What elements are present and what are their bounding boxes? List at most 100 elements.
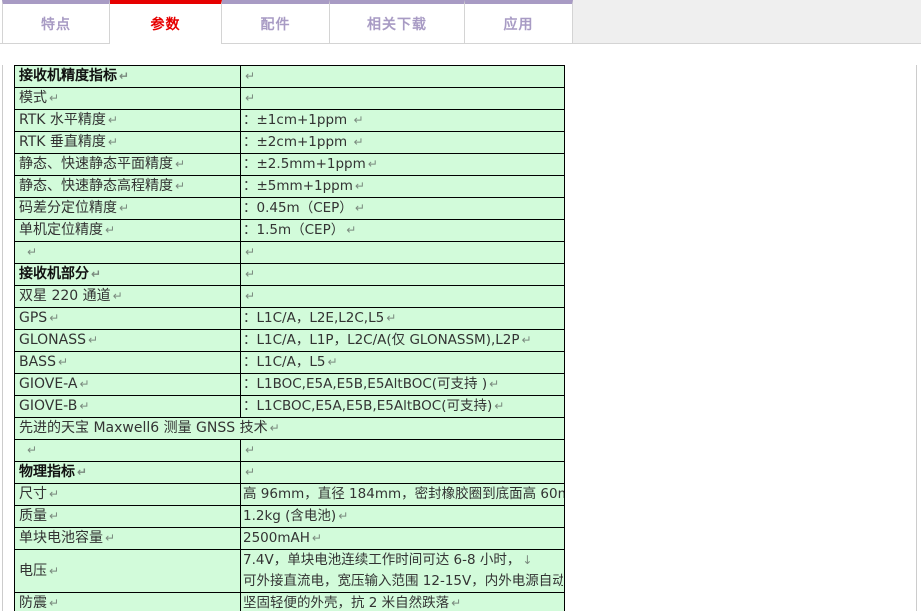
tab-downloads[interactable]: 相关下载 xyxy=(330,0,465,44)
spec-value: ：±2cm+1ppm xyxy=(243,134,351,150)
line-break-mark: ↓ xyxy=(522,553,532,567)
spec-label-cell: RTK 水平精度↵ xyxy=(15,110,241,132)
return-mark: ↵ xyxy=(175,179,185,193)
spec-label: 质量 xyxy=(19,508,47,524)
return-mark: ↵ xyxy=(522,333,532,347)
spec-label-cell: 电压↵ xyxy=(15,550,241,593)
spec-value: 坚固轻便的外壳，抗 2 米自然跌落 xyxy=(243,595,449,611)
spec-value-cell: ↵ xyxy=(241,66,565,88)
return-mark: ↵ xyxy=(58,355,68,369)
spec-value-cell: ↵ xyxy=(241,286,565,308)
spec-row: GPS↵：L1C/A，L2E,L2C,L5↵ xyxy=(15,308,565,330)
spec-row: BASS↵：L1C/A，L5↵ xyxy=(15,352,565,374)
return-mark: ↵ xyxy=(245,69,255,83)
spec-value-cell: ：±2.5mm+1ppm↵ xyxy=(241,154,565,176)
spec-value-cell: ：±2cm+1ppm ↵ xyxy=(241,132,565,154)
spec-label: 单机定位精度 xyxy=(19,222,103,238)
return-mark: ↵ xyxy=(327,355,337,369)
spec-label: BASS xyxy=(19,354,56,370)
spec-value-cell: ：±5mm+1ppm↵ xyxy=(241,176,565,198)
spec-value-cell: ：1.5m（CEP）↵ xyxy=(241,220,565,242)
spec-row: RTK 水平精度↵：±1cm+1ppm ↵ xyxy=(15,110,565,132)
spec-value: 高 96mm，直径 184mm，密封橡胶圈到底面高 60mm xyxy=(243,486,565,502)
return-mark: ↵ xyxy=(355,179,365,193)
spec-value-cell: ：±1cm+1ppm ↵ xyxy=(241,110,565,132)
return-mark: ↵ xyxy=(49,487,59,501)
spec-value: ：±2.5mm+1ppm xyxy=(243,156,366,172)
spec-row: GLONASS↵：L1C/A，L1P，L2C/A(仅 GLONASSM),L2P… xyxy=(15,330,565,352)
spec-label-cell: 先进的天宝 Maxwell6 测量 GNSS 技术↵ xyxy=(15,418,565,440)
spec-row: ↵↵ xyxy=(15,440,565,462)
return-mark: ↵ xyxy=(451,596,461,610)
spec-label-cell: 防震↵ xyxy=(15,593,241,611)
spec-label-cell: GIOVE-A↵ xyxy=(15,374,241,396)
spec-value-cell: ：L1C/A，L2E,L2C,L5↵ xyxy=(241,308,565,330)
spec-row: 先进的天宝 Maxwell6 测量 GNSS 技术↵ xyxy=(15,418,565,440)
spec-value-cell: ：0.45m（CEP）↵ xyxy=(241,198,565,220)
spec-label-cell: 单块电池容量↵ xyxy=(15,528,241,550)
return-mark: ↵ xyxy=(245,245,255,259)
tab-specs[interactable]: 参数 xyxy=(110,0,222,44)
spec-label-cell: GIOVE-B↵ xyxy=(15,396,241,418)
spec-label-cell: 码差分定位精度↵ xyxy=(15,198,241,220)
spec-label: 先进的天宝 Maxwell6 测量 GNSS 技术 xyxy=(19,420,268,436)
spec-row: 单块电池容量↵2500mAH↵ xyxy=(15,528,565,550)
spec-row: 物理指标↵ ↵ xyxy=(15,462,565,484)
spec-value-cell: ：L1BOC,E5A,E5B,E5AltBOC(可支持 )↵ xyxy=(241,374,565,396)
spec-value: 7.4V，单块电池连续工作时间可达 6-8 小时， xyxy=(243,552,520,568)
return-mark: ↵ xyxy=(27,443,37,457)
return-mark: ↵ xyxy=(494,399,504,413)
spec-row: 接收机精度指标↵ ↵ xyxy=(15,66,565,88)
return-mark: ↵ xyxy=(80,377,90,391)
tab-applications[interactable]: 应用 xyxy=(465,0,573,44)
spec-row: GIOVE-A↵：L1BOC,E5A,E5B,E5AltBOC(可支持 )↵ xyxy=(15,374,565,396)
return-mark: ↵ xyxy=(49,564,59,578)
spec-label-cell: 单机定位精度↵ xyxy=(15,220,241,242)
spec-row: 接收机部分↵↵ xyxy=(15,264,565,286)
tab-bar: 特点参数配件相关下载应用 xyxy=(0,0,921,44)
spec-value-cell: ↵ xyxy=(241,88,565,110)
spec-value-cell: ↵ xyxy=(241,242,565,264)
return-mark: ↵ xyxy=(49,311,59,325)
spec-label: 接收机部分 xyxy=(19,266,89,282)
spec-label: RTK 水平精度 xyxy=(19,112,106,128)
spec-row: 防震↵坚固轻便的外壳，抗 2 米自然跌落↵ xyxy=(15,593,565,611)
spec-value-cell: 高 96mm，直径 184mm，密封橡胶圈到底面高 60mm↵ xyxy=(241,484,565,506)
spec-value: ：L1CBOC,E5A,E5B,E5AltBOC(可支持) xyxy=(243,398,492,414)
spec-row: 码差分定位精度↵：0.45m（CEP）↵ xyxy=(15,198,565,220)
return-mark: ↵ xyxy=(353,135,363,149)
return-mark: ↵ xyxy=(108,135,118,149)
tab-bar-filler xyxy=(573,0,921,44)
spec-label-cell: ↵ xyxy=(15,242,241,264)
spec-row: 静态、快速静态高程精度↵：±5mm+1ppm↵ xyxy=(15,176,565,198)
spec-label-cell: 双星 220 通道↵ xyxy=(15,286,241,308)
spec-label-cell: 尺寸↵ xyxy=(15,484,241,506)
return-mark: ↵ xyxy=(245,465,255,479)
return-mark: ↵ xyxy=(353,113,363,127)
spec-value: ：±1cm+1ppm xyxy=(243,112,351,128)
spec-label-cell: 物理指标↵ xyxy=(15,462,241,484)
spec-label-cell: BASS↵ xyxy=(15,352,241,374)
spec-label-cell: ↵ xyxy=(15,440,241,462)
spec-table-body: 接收机精度指标↵↵模式↵↵RTK 水平精度↵：±1cm+1ppm ↵RTK 垂直… xyxy=(15,66,565,611)
spec-row: 尺寸↵高 96mm，直径 184mm，密封橡胶圈到底面高 60mm↵ xyxy=(15,484,565,506)
tab-accessories[interactable]: 配件 xyxy=(222,0,330,44)
spec-value-cell: 7.4V，单块电池连续工作时间可达 6-8 小时，↓可外接直流电，宽压输入范围 … xyxy=(241,550,565,593)
spec-label: 接收机精度指标 xyxy=(19,68,117,84)
return-mark: ↵ xyxy=(49,91,59,105)
return-mark: ↵ xyxy=(113,289,123,303)
spec-label-cell: 接收机精度指标↵ xyxy=(15,66,241,88)
spec-label-cell: 静态、快速静态平面精度↵ xyxy=(15,154,241,176)
spec-label: 防震 xyxy=(19,595,47,611)
return-mark: ↵ xyxy=(312,531,322,545)
return-mark: ↵ xyxy=(88,333,98,347)
spec-label: 模式 xyxy=(19,90,47,106)
spec-label: GIOVE-B xyxy=(19,398,77,414)
spec-label: RTK 垂直精度 xyxy=(19,134,106,150)
return-mark: ↵ xyxy=(79,399,89,413)
spec-row: 单机定位精度↵：1.5m（CEP）↵ xyxy=(15,220,565,242)
tab-features[interactable]: 特点 xyxy=(2,0,110,44)
spec-label: 静态、快速静态高程精度 xyxy=(19,178,173,194)
spec-row: 模式↵↵ xyxy=(15,88,565,110)
return-mark: ↵ xyxy=(245,443,255,457)
